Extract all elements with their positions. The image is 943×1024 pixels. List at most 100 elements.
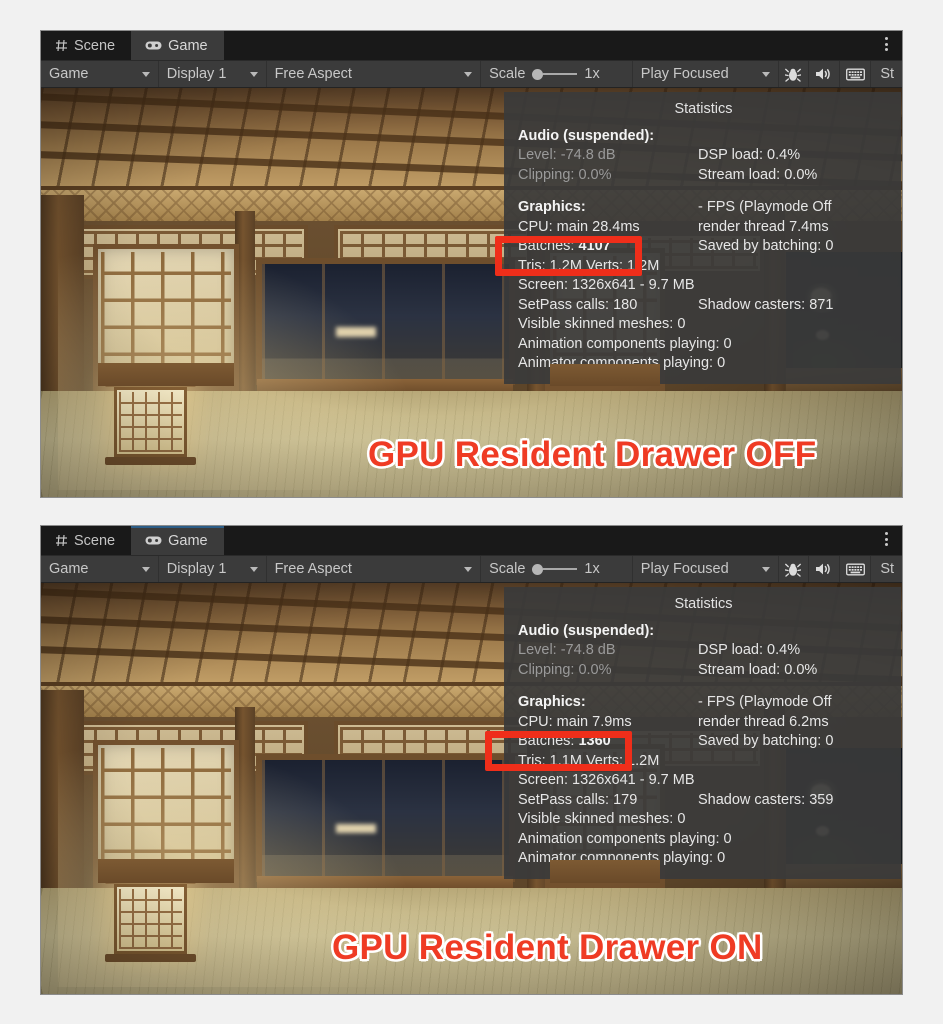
display-dropdown[interactable]: Display 1 [159,61,267,87]
statistics-title: Statistics [674,101,733,117]
shadow-casters: Shadow casters: 359 [698,791,834,808]
view-mode-dropdown[interactable]: Game [41,61,159,87]
bug-icon[interactable] [779,61,810,87]
page-root: Scene Game Game Display 1 Free Aspect Sc… [0,0,943,1024]
render-thread: render thread 6.2ms [698,713,829,730]
slider-knob[interactable] [532,563,544,575]
skinned-meshes: Visible skinned meshes: 0 [518,316,686,332]
speaker-icon[interactable] [809,61,841,87]
batches-label: Batches: [518,733,575,749]
window-menu-icon[interactable] [885,532,888,546]
scale-label: Scale [489,66,526,82]
audio-level: Level: -74.8 dB [518,642,616,658]
lantern-body [114,883,188,954]
setpass-calls: SetPass calls: 180 [518,296,638,313]
audio-level: Level: -74.8 dB [518,147,616,163]
lantern-foot [105,457,197,465]
audio-header: Audio (suspended): [518,622,655,639]
scale-value: 1x [584,561,600,577]
lantern-foot [105,953,197,962]
shoji-kickplate [549,860,661,883]
batches-stat: Batches: 1360 [518,732,698,752]
grid-icon [55,534,68,547]
tris-verts: Tris: 1.1M Verts: 1.2M [518,752,660,769]
stats-toggle-label: St [880,66,895,82]
play-mode-label: Play Focused [640,66,729,82]
play-mode-dropdown[interactable]: Play Focused [633,61,779,87]
graphics-header: Graphics: [518,694,586,710]
slider-knob[interactable] [532,68,544,80]
shadow-casters: Shadow casters: 871 [698,296,834,313]
saved-by-batching: Saved by batching: 0 [698,733,834,749]
saved-by-batching: Saved by batching: 0 [698,238,834,254]
setpass-calls: SetPass calls: 179 [518,791,638,808]
slider-track[interactable] [543,73,578,75]
game-toolbar-bottom: Game Display 1 Free Aspect Scale 1x Play… [41,555,902,583]
scale-slider-group[interactable]: Scale 1x [481,556,633,582]
batches-stat: Batches: 4107 [518,237,698,257]
keyboard-icon[interactable] [840,556,872,582]
audio-clipping: Clipping: 0.0% [518,166,612,183]
lantern-body [114,387,188,457]
dsp-load: DSP load: 0.4% [698,642,801,658]
tab-scene-label: Scene [74,37,116,54]
screen-info: Screen: 1326x641 - 9.7 MB [518,277,695,293]
scale-slider[interactable] [532,563,578,575]
batches-value: 4107 [578,238,611,254]
speaker-icon[interactable] [809,556,841,582]
statistics-overlay-top: Statistics Audio (suspended): Level: -74… [504,92,901,384]
tris-verts: Tris: 1.2M Verts: 1.2M [518,257,660,274]
stats-toggle-button[interactable]: St [871,556,902,582]
gamepad-icon [145,535,162,546]
batches-value: 1360 [578,733,611,749]
andon-lantern [105,378,197,465]
stats-toggle-label: St [880,561,895,577]
view-mode-label: Game [49,66,89,82]
aspect-dropdown[interactable]: Free Aspect [267,61,482,87]
game-view-bottom[interactable]: Statistics Audio (suspended): Level: -74… [41,583,902,994]
chevron-down-icon [761,566,770,572]
view-mode-dropdown[interactable]: Game [41,556,159,582]
play-mode-dropdown[interactable]: Play Focused [633,556,779,582]
scale-slider[interactable] [532,68,578,80]
tab-game[interactable]: Game [131,31,224,60]
render-thread: render thread 7.4ms [698,218,829,235]
display-label: Display 1 [166,561,227,577]
play-mode-label: Play Focused [640,561,729,577]
tab-scene[interactable]: Scene [41,31,132,60]
caption-bottom: GPU Resident Drawer ON [332,928,763,967]
scale-slider-group[interactable]: Scale 1x [481,61,633,87]
statistics-overlay-bottom: Statistics Audio (suspended): Level: -74… [504,587,901,879]
bug-icon[interactable] [779,556,810,582]
chevron-down-icon [761,71,770,77]
dsp-load: DSP load: 0.4% [698,147,801,163]
shoji-kickplate [97,363,235,387]
slider-track[interactable] [543,568,578,570]
animation-components: Animation components playing: 0 [518,830,732,847]
stream-load: Stream load: 0.0% [698,661,818,678]
view-mode-label: Game [49,561,89,577]
chevron-down-icon [249,566,258,572]
tab-game[interactable]: Game [131,526,224,555]
chevron-down-icon [464,71,473,77]
chevron-down-icon [141,71,150,77]
stats-toggle-button[interactable]: St [871,61,902,87]
keyboard-icon[interactable] [840,61,872,87]
chevron-down-icon [464,566,473,572]
cpu-main: CPU: main 28.4ms [518,218,640,235]
display-dropdown[interactable]: Display 1 [159,556,267,582]
aspect-dropdown[interactable]: Free Aspect [267,556,482,582]
fps-value: - FPS (Playmode Off [698,199,832,215]
game-view-top[interactable]: Statistics Audio (suspended): Level: -74… [41,88,902,497]
window-menu-icon[interactable] [885,37,888,51]
screen-info: Screen: 1326x641 - 9.7 MB [518,772,695,788]
tab-scene[interactable]: Scene [41,526,132,555]
skinned-meshes: Visible skinned meshes: 0 [518,811,686,827]
display-label: Display 1 [166,66,227,82]
unity-game-window-top: Scene Game Game Display 1 Free Aspect Sc… [40,30,903,498]
tab-game-label: Game [168,37,208,54]
andon-lantern [105,874,197,962]
aspect-label: Free Aspect [274,561,352,577]
scale-value: 1x [584,66,600,82]
audio-clipping: Clipping: 0.0% [518,661,612,678]
